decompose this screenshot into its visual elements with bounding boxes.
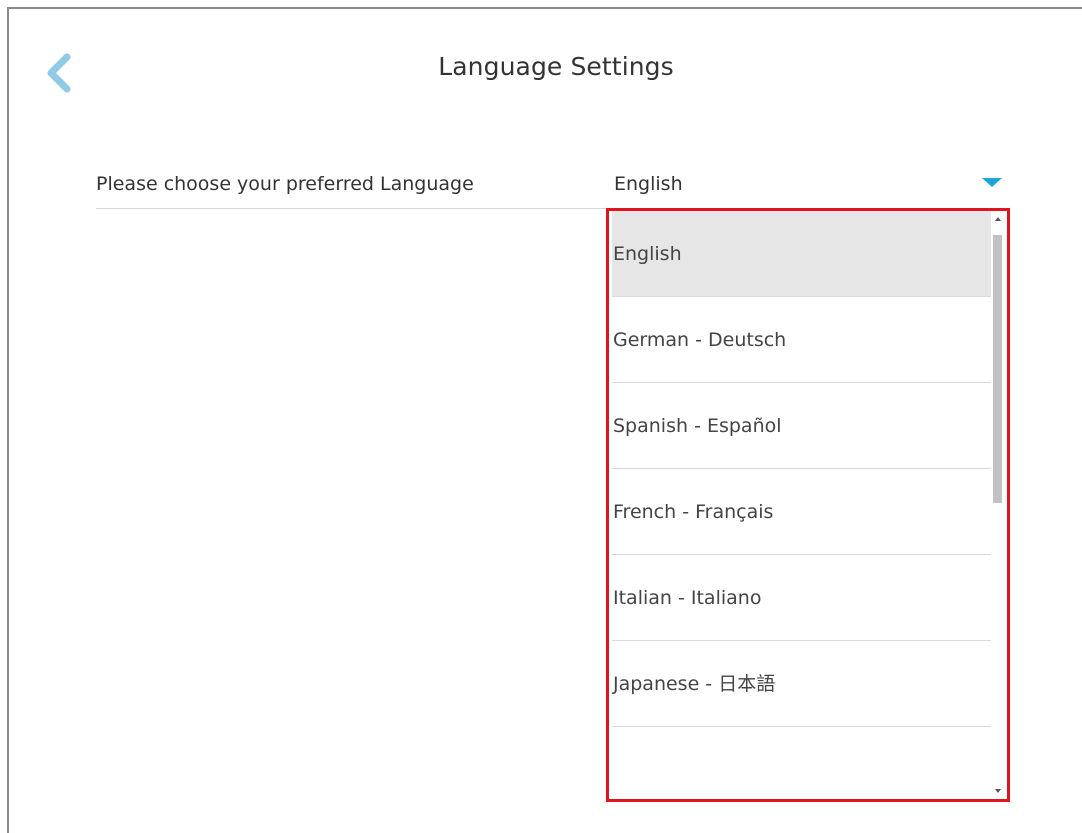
language-option[interactable]: English	[612, 211, 992, 297]
language-option[interactable]: French - Français	[612, 469, 992, 555]
selected-language: English	[614, 173, 683, 195]
language-option[interactable]: Italian - Italiano	[612, 555, 992, 641]
language-setting-row: Please choose your preferred Language En…	[96, 170, 1008, 209]
language-option[interactable]	[612, 727, 992, 799]
caret-down-icon[interactable]	[982, 178, 1002, 187]
language-option[interactable]: Spanish - Español	[612, 383, 992, 469]
language-select[interactable]: English	[614, 170, 1008, 208]
language-dropdown-list: English German - Deutsch Spanish - Español…	[606, 208, 1010, 802]
language-option[interactable]: German - Deutsch	[612, 297, 992, 383]
page-title: Language Settings	[438, 52, 674, 81]
scrollbar[interactable]	[991, 211, 1004, 799]
scroll-thumb[interactable]	[993, 235, 1002, 503]
language-option[interactable]: Japanese - 日本語	[612, 641, 992, 727]
scroll-down-icon[interactable]	[995, 789, 1001, 793]
scroll-up-icon[interactable]	[995, 217, 1001, 221]
options-list: English German - Deutsch Spanish - Español…	[612, 211, 992, 799]
setting-label: Please choose your preferred Language	[96, 173, 474, 195]
